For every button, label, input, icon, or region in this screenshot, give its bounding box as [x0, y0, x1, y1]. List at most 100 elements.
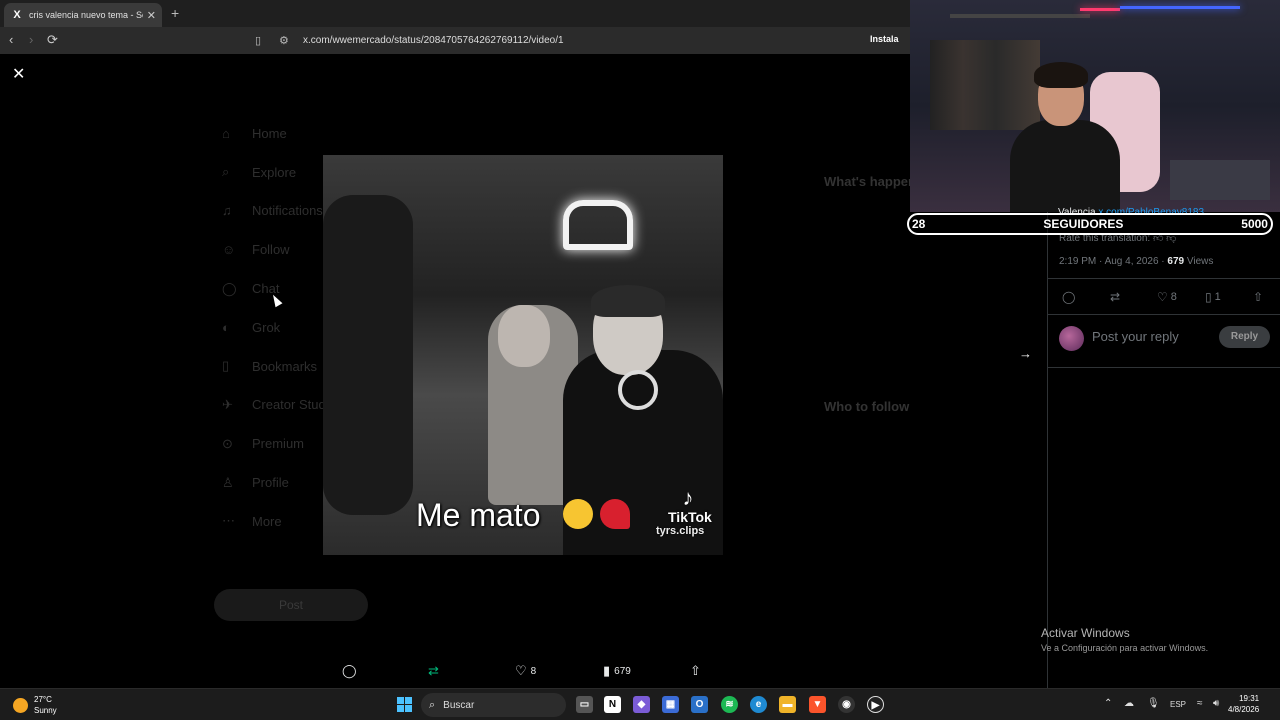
profile-icon: ♙ — [222, 474, 234, 490]
browser-tab[interactable]: X cris valencia nuevo tema - Se ✕ — [4, 3, 162, 27]
repost-action[interactable]: ⇄ — [428, 663, 443, 679]
nav-item-more: ⋯ More — [222, 513, 282, 529]
reply-input[interactable]: Post your reply — [1092, 329, 1179, 344]
url-text: x.com/wwemercado/status/2084705764262769… — [303, 35, 564, 46]
notion-icon[interactable]: N — [604, 696, 621, 713]
start-button[interactable] — [397, 697, 412, 712]
tiktok-watermark: ♪ TikTok tyrs.clips — [656, 485, 712, 537]
obs-icon[interactable]: ◉ — [838, 696, 855, 713]
browser-toolbar: ‹ › ⟳ ▯ ⚙ x.com/wwemercado/status/208470… — [0, 27, 910, 54]
share-icon: ⇧ — [690, 663, 701, 678]
taskbar-search[interactable]: ⌕ Buscar — [421, 693, 566, 717]
reply-button[interactable]: Reply — [1219, 326, 1270, 348]
avatar — [1059, 326, 1084, 351]
brave-icon[interactable]: ▼ — [809, 696, 826, 713]
task-view-icon[interactable]: ▭ — [576, 696, 593, 713]
nav-item-creator-studio: ✈ Creator Studio — [222, 396, 336, 413]
premium-icon: ⊙ — [222, 435, 233, 451]
webcam-overlay — [910, 0, 1280, 212]
back-icon[interactable]: ‹ — [9, 32, 13, 47]
bell-icon: ♫ — [222, 203, 232, 219]
like-action[interactable]: ♡ 8 — [515, 663, 536, 679]
tab-title: cris valencia nuevo tema - Se — [29, 10, 143, 20]
webcam-streamer-body — [1010, 120, 1120, 212]
follower-goal-current: 28 — [912, 217, 926, 231]
reply-icon: ◯ — [342, 663, 357, 678]
address-bar[interactable]: ▯ ⚙ x.com/wwemercado/status/208470576426… — [255, 30, 910, 51]
chat-icon: ◯ — [222, 280, 237, 296]
divider — [1048, 367, 1280, 368]
tweet-bookmark-button[interactable]: ▯ 1 — [1205, 290, 1221, 304]
tweet-reply-button[interactable]: ◯ — [1062, 290, 1078, 304]
nav-item-notifications: ♫ Notifications — [222, 203, 323, 219]
follower-goal-target: 5000 — [1241, 217, 1268, 231]
bookmark-tweet-icon: ▯ — [1205, 290, 1212, 304]
tweet-actions: ◯ ⇄ ♡ 8 ▯ 1 ⇧ — [1062, 290, 1272, 306]
system-clock[interactable]: 19:31 4/8/2026 — [1228, 693, 1259, 715]
reply-action[interactable]: ◯ — [342, 663, 361, 679]
divider — [1048, 314, 1280, 315]
views-action[interactable]: ▮ 679 — [603, 663, 631, 679]
video-neon-sign — [563, 200, 633, 250]
media-player-icon[interactable]: ▶ — [867, 696, 884, 713]
nav-item-premium: ⊙ Premium — [222, 435, 305, 452]
cloud-icon[interactable]: ☁ — [1124, 698, 1134, 709]
tweet-like-button[interactable]: ♡ 8 — [1157, 290, 1177, 304]
copilot-icon[interactable]: ◆ — [633, 696, 650, 713]
nav-item-home: ⌂ Home — [222, 125, 287, 141]
wifi-icon[interactable]: ≈ — [1197, 698, 1203, 709]
broken-heart-emoji-icon — [600, 499, 630, 529]
tweet-share-button[interactable]: ⇧ — [1253, 290, 1266, 304]
tweet-repost-button[interactable]: ⇄ — [1110, 290, 1123, 304]
file-explorer-icon[interactable]: ▬ — [779, 696, 796, 713]
like-count: 8 — [530, 665, 537, 677]
person-icon: ☺ — [222, 242, 236, 258]
forward-icon[interactable]: › — [29, 32, 33, 47]
bookmark-nav-icon: ▯ — [222, 358, 230, 374]
outlook-icon[interactable]: O — [691, 696, 708, 713]
rocket-icon: ✈ — [222, 396, 233, 412]
video-figure-left — [323, 195, 413, 515]
heart-icon: ♡ — [515, 663, 527, 678]
browser-tabbar: X cris valencia nuevo tema - Se ✕ + — [0, 0, 910, 27]
windows-taskbar: 27°C Sunny ⌕ Buscar ▭ N ◆ ▦ O ≋ e ▬ ▼ ◉ ▶ … — [0, 688, 1280, 720]
views-chart-icon: ▮ — [603, 663, 611, 678]
retweet-icon: ⇄ — [1110, 290, 1121, 304]
site-info-icon[interactable]: ⚙ — [279, 34, 293, 47]
repost-icon: ⇄ — [428, 663, 439, 678]
share-action[interactable]: ⇧ — [690, 663, 705, 679]
media-action-bar: ◯ ⇄ ♡ 8 ▮ 679 ⇧ — [340, 663, 720, 681]
upload-share-icon: ⇧ — [1253, 290, 1264, 304]
edge-icon[interactable]: e — [750, 696, 767, 713]
reload-icon[interactable]: ⟳ — [47, 32, 58, 48]
tiktok-logo-icon: ♪ — [682, 485, 694, 510]
nav-item-bookmarks: ▯ Bookmarks — [222, 358, 318, 374]
close-media-viewer-icon[interactable]: ✕ — [12, 64, 25, 84]
video-face-middle — [498, 305, 550, 367]
language-indicator[interactable]: ESP — [1170, 700, 1186, 709]
video-hair-right — [591, 285, 665, 317]
tweet-views-count: 679 — [1167, 256, 1185, 267]
tiktok-brand: TikTok — [668, 509, 712, 525]
volume-icon[interactable]: 🔊︎ — [1213, 698, 1219, 709]
screen: X cris valencia nuevo tema - Se ✕ + ‹ › … — [0, 0, 1280, 720]
activate-windows-watermark: Activar Windows Ve a Configuración para … — [1041, 626, 1209, 653]
microphone-icon[interactable]: 🎙︎ — [1147, 698, 1160, 709]
bookmark-icon[interactable]: ▯ — [255, 34, 269, 47]
store-icon[interactable]: ▦ — [662, 696, 679, 713]
close-tab-icon[interactable]: ✕ — [147, 9, 156, 22]
new-tab-icon[interactable]: + — [171, 5, 179, 21]
spotify-icon[interactable]: ≋ — [721, 696, 738, 713]
next-media-arrow-icon[interactable]: → — [1019, 346, 1032, 361]
video-caption: Me mato — [416, 497, 541, 533]
nav-item-profile: ♙ Profile — [222, 474, 289, 491]
x-logo-icon: X — [13, 9, 21, 21]
weather-widget[interactable]: 27°C Sunny — [13, 694, 57, 716]
show-hidden-icons-icon[interactable]: ⌃ — [1104, 698, 1112, 709]
install-button[interactable]: Instala — [870, 34, 899, 44]
like-heart-icon: ♡ — [1157, 290, 1168, 304]
tiktok-handle: tyrs.clips — [656, 525, 705, 537]
video-player[interactable]: Me mato ♪ TikTok tyrs.clips — [323, 155, 723, 555]
sun-icon — [13, 697, 28, 713]
views-count: 679 — [614, 665, 631, 677]
